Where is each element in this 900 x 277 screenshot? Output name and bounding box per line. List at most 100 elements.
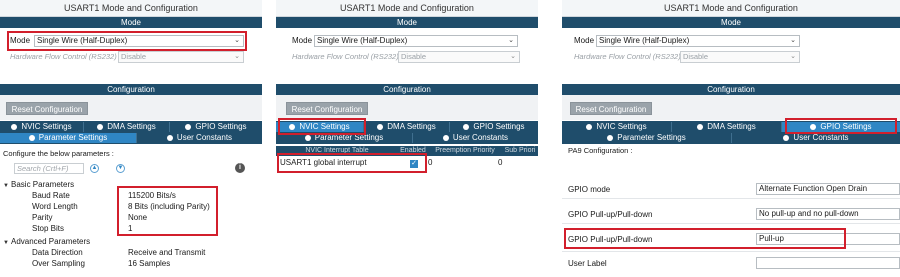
configuration-section-header: Configuration — [0, 84, 262, 95]
tab-label: GPIO Settings — [195, 122, 247, 131]
chevron-down-icon: ⌄ — [790, 53, 796, 60]
chevron-down-icon: ⌄ — [510, 53, 516, 60]
tab-dot-icon — [442, 134, 449, 141]
flow-control-row: Hardware Flow Control (RS232) Disable ⌄ — [10, 51, 244, 63]
mode-select[interactable]: Single Wire (Half-Duplex) ⌄ — [596, 35, 800, 47]
highlight-mode — [7, 31, 247, 51]
tab-dot-icon — [607, 134, 614, 141]
panel-parameter-settings: USART1 Mode and Configuration Mode Mode … — [0, 0, 262, 277]
row-divider — [562, 198, 900, 199]
highlight-gpio-tab — [785, 118, 897, 134]
flow-control-label: Hardware Flow Control (RS232) — [10, 52, 117, 61]
mode-select[interactable]: Single Wire (Half-Duplex) ⌄ — [314, 35, 518, 47]
tab-dot-icon — [377, 123, 384, 130]
user-label-input[interactable] — [756, 257, 900, 269]
tab-dot-icon — [185, 123, 192, 130]
tab-dot-icon — [11, 123, 18, 130]
configure-text: Configure the below parameters : — [3, 149, 114, 158]
mode-section-header: Mode — [562, 17, 900, 28]
info-icon[interactable]: i — [235, 163, 245, 173]
tab-user-constants[interactable]: User Constants — [413, 133, 538, 143]
mode-section-header: Mode — [276, 17, 538, 28]
tab-label: Parameter Settings — [617, 133, 686, 142]
flow-control-select[interactable]: Disable ⌄ — [398, 51, 520, 63]
reset-configuration-button[interactable]: Reset Configuration — [286, 102, 368, 115]
nvic-sub-priority[interactable]: 0 — [498, 157, 502, 169]
gpio-row-label: GPIO mode — [568, 185, 611, 194]
chevron-down-icon: ⌄ — [508, 37, 514, 44]
window-title: USART1 Mode and Configuration — [276, 0, 538, 17]
pin-configuration-label: PA9 Configuration : — [568, 146, 633, 155]
tab-label: User Constants — [793, 133, 849, 142]
mode-label: Mode — [574, 36, 595, 45]
basic-parameters-group[interactable]: ▼ Basic Parameters — [3, 179, 74, 190]
tab-dot-icon — [97, 123, 104, 130]
settings-tabs: NVIC Settings DMA Settings GPIO Settings… — [0, 121, 262, 144]
row-divider — [562, 223, 900, 224]
tab-gpio-settings[interactable]: GPIO Settings — [170, 122, 262, 132]
panel-nvic-settings: USART1 Mode and Configuration Mode Mode … — [276, 0, 538, 277]
tab-parameter-settings[interactable]: Parameter Settings — [0, 133, 137, 143]
tab-user-constants[interactable]: User Constants — [732, 133, 900, 143]
panel-gpio-settings: USART1 Mode and Configuration Mode Mode … — [562, 0, 900, 277]
configuration-section-header: Configuration — [562, 84, 900, 95]
tab-dma-settings[interactable]: DMA Settings — [364, 122, 450, 132]
tab-label: DMA Settings — [387, 122, 436, 131]
tab-dma-settings[interactable]: DMA Settings — [84, 122, 170, 132]
chevron-down-icon: ⌄ — [790, 37, 796, 44]
gpio-row-label: User Label — [568, 259, 607, 268]
tab-parameter-settings[interactable]: Parameter Settings — [562, 133, 732, 143]
param-name: Data Direction — [32, 248, 83, 257]
tab-label: User Constants — [452, 133, 509, 142]
tab-dot-icon — [166, 134, 173, 141]
param-name: Parity — [32, 213, 53, 222]
flow-control-row: Hardware Flow Control (RS232) Disable ⌄ — [292, 51, 520, 63]
param-name: Word Length — [32, 202, 78, 211]
advanced-parameters-group[interactable]: ▼ Advanced Parameters — [3, 236, 90, 247]
tab-nvic-settings[interactable]: NVIC Settings — [0, 122, 84, 132]
search-input[interactable]: Search (Crtl+F) — [14, 163, 84, 174]
param-value[interactable]: Receive and Transmit — [128, 247, 205, 258]
reset-configuration-button[interactable]: Reset Configuration — [570, 102, 652, 115]
tab-label: DMA Settings — [107, 122, 156, 131]
flow-control-value: Disable — [121, 52, 147, 61]
row-divider — [562, 251, 900, 252]
search-up-icon[interactable]: ▲ — [90, 164, 99, 173]
gpio-mode-value[interactable]: Alternate Function Open Drain — [756, 183, 900, 195]
group-label: Basic Parameters — [11, 180, 75, 189]
mode-label: Mode — [292, 36, 313, 45]
highlight-basic-values — [117, 186, 218, 236]
nvic-preemption-priority[interactable]: 0 — [428, 157, 432, 169]
window-title: USART1 Mode and Configuration — [562, 0, 900, 17]
search-down-icon[interactable]: ▼ — [116, 164, 125, 173]
tab-nvic-settings[interactable]: NVIC Settings — [562, 122, 672, 132]
tab-label: NVIC Settings — [21, 122, 72, 131]
param-name: Stop Bits — [32, 224, 65, 233]
flow-control-label: Hardware Flow Control (RS232) — [292, 52, 399, 61]
param-value[interactable]: 16 Samples — [128, 258, 170, 269]
tab-dot-icon — [586, 123, 593, 130]
flow-control-select[interactable]: Disable ⌄ — [680, 51, 800, 63]
tab-user-constants[interactable]: User Constants — [137, 133, 262, 143]
tab-dot-icon — [463, 123, 470, 130]
flow-control-row: Hardware Flow Control (RS232) Disable ⌄ — [574, 51, 800, 63]
reset-configuration-button[interactable]: Reset Configuration — [6, 102, 88, 115]
tab-dot-icon — [304, 134, 311, 141]
flow-control-select[interactable]: Disable ⌄ — [118, 51, 244, 63]
gpio-pull-value[interactable]: No pull-up and no pull-down — [756, 208, 900, 220]
highlight-pull-up-row — [564, 228, 846, 249]
configuration-section-header: Configuration — [276, 84, 538, 95]
flow-control-label: Hardware Flow Control (RS232) — [574, 52, 681, 61]
tab-dma-settings[interactable]: DMA Settings — [672, 122, 782, 132]
caret-down-icon: ▼ — [3, 183, 9, 189]
param-name: Baud Rate — [32, 191, 70, 200]
mode-select-value: Single Wire (Half-Duplex) — [317, 36, 408, 45]
tab-label: NVIC Settings — [596, 122, 647, 131]
tab-dot-icon — [28, 134, 35, 141]
tab-dot-icon — [697, 123, 704, 130]
tab-dot-icon — [783, 134, 790, 141]
highlight-nvic-row — [277, 153, 427, 173]
mode-select-value: Single Wire (Half-Duplex) — [599, 36, 690, 45]
flow-control-value: Disable — [683, 52, 709, 61]
tab-gpio-settings[interactable]: GPIO Settings — [450, 122, 538, 132]
